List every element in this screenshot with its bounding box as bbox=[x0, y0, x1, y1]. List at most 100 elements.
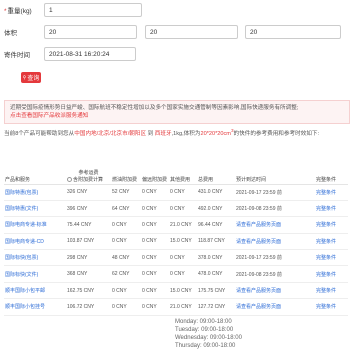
cell-total: 431.0 CNY bbox=[197, 184, 235, 201]
price-table: 产品和服务 参考运费 含附加费计算 燃油附加费 偏远附加费 其他费用 总费用 预… bbox=[4, 160, 348, 316]
table-row: 国际标快(包票) 298 CNY 48 CNY 0 CNY 0 CNY 378.0 CNY… bbox=[4, 249, 348, 267]
cell-ref-fee: 368 CNY bbox=[66, 265, 111, 283]
hours-line: Monday: 09:00-18:00 bbox=[175, 319, 232, 325]
cell-fuel-fee: 0 CNY bbox=[141, 200, 169, 218]
hours-line: Tuesday: 09:00-18:00 bbox=[175, 327, 234, 333]
cell-product[interactable]: 顺丰国际小包挂号 bbox=[4, 298, 66, 316]
table-row: 国际电商专递-CD 103.87 CNY 0 CNY 0 CNY 15.0 CNY 118… bbox=[4, 233, 348, 251]
table-row: 国际电商专递-标准 75.44 CNY 0 CNY 0 CNY 21.0 CNY 96.4… bbox=[4, 216, 348, 234]
table-row: 国际标快(文件) 368 CNY 62 CNY 0 CNY 0 CNY 478.0 CNY… bbox=[4, 265, 348, 283]
cell-surcharge: 64 CNY bbox=[111, 200, 141, 218]
cell-eta: 2021-09-17 23:59 前 bbox=[235, 184, 315, 201]
send-time-label: 寄件时间 bbox=[4, 52, 30, 59]
hours-line: Thursday: 09:00-18:00 bbox=[175, 343, 236, 349]
weight-row: *重量(kg) 1 bbox=[4, 3, 142, 17]
desc-route: 中国内地/北京/北京市/朝阳区 bbox=[74, 130, 147, 137]
desc-prefix: 当前8个产品可能帮助到您从 bbox=[4, 130, 75, 137]
cell-details[interactable]: 完整条件 bbox=[315, 184, 348, 201]
cell-total: 96.44 CNY bbox=[197, 216, 235, 234]
send-time-input[interactable]: 2021-08-31 16:20:24 bbox=[44, 47, 136, 61]
weight-label: *重量(kg) bbox=[4, 5, 44, 15]
cell-fuel-fee: 0 CNY bbox=[141, 184, 169, 201]
col-fuel: 偏远附加费 bbox=[141, 160, 169, 185]
col-total: 总费用 bbox=[197, 160, 235, 185]
cell-eta[interactable]: 请查看产品服务页面 bbox=[235, 298, 315, 316]
cell-ref-fee: 162.75 CNY bbox=[66, 282, 111, 300]
cell-total: 478.0 CNY bbox=[197, 265, 235, 283]
cell-fuel-fee: 0 CNY bbox=[141, 298, 169, 316]
cell-fuel-fee: 0 CNY bbox=[141, 216, 169, 234]
cell-product[interactable]: 国际标快(文件) bbox=[4, 265, 66, 283]
required-mark: * bbox=[4, 8, 7, 15]
height-input[interactable]: 20 bbox=[245, 25, 341, 39]
cell-fuel-fee: 0 CNY bbox=[141, 282, 169, 300]
cell-other-fee: 0 CNY bbox=[169, 249, 197, 267]
cell-details[interactable]: 完整条件 bbox=[315, 298, 348, 316]
cell-total: 118.87 CNY bbox=[197, 233, 235, 251]
cell-details[interactable]: 完整条件 bbox=[315, 265, 348, 283]
desc-destination: 西班牙 bbox=[154, 130, 172, 137]
cell-other-fee: 15.0 CNY bbox=[169, 233, 197, 251]
table-row: 国际特惠(文件) 396 CNY 64 CNY 0 CNY 0 CNY 492.0 CNY… bbox=[4, 200, 348, 218]
cell-eta[interactable]: 请查看产品服务页面 bbox=[235, 216, 315, 234]
cell-total: 378.0 CNY bbox=[197, 249, 235, 267]
search-icon: ⚲ bbox=[22, 74, 27, 81]
cell-surcharge: 62 CNY bbox=[111, 265, 141, 283]
width-input[interactable]: 20 bbox=[145, 25, 238, 39]
cell-eta[interactable]: 请查看产品服务页面 bbox=[235, 282, 315, 300]
desc-dims: 20*20*20cm bbox=[200, 130, 231, 137]
query-button[interactable]: ⚲ 查询 bbox=[21, 72, 41, 83]
cell-details[interactable]: 完整条件 bbox=[315, 233, 348, 251]
col-surcharge: 燃油附加费 bbox=[111, 160, 141, 185]
cell-eta: 2021-09-08 23:59 前 bbox=[235, 200, 315, 218]
col-details: 完整条件 bbox=[315, 160, 348, 185]
cell-eta[interactable]: 请查看产品服务页面 bbox=[235, 233, 315, 251]
service-notice: 近期受国际疫情形势日益严峻、国际航班不稳定性增加以及多个国家实施交通管制等因素影… bbox=[4, 100, 350, 124]
weight-label-text: 重量(kg) bbox=[7, 8, 32, 15]
col-ref-fee-option[interactable]: 含附加费计算 bbox=[67, 176, 110, 183]
cell-surcharge: 0 CNY bbox=[111, 233, 141, 251]
col-ref-fee: 参考运费 含附加费计算 bbox=[66, 160, 111, 185]
weight-input[interactable]: 1 bbox=[44, 3, 142, 17]
table-header-row: 产品和服务 参考运费 含附加费计算 燃油附加费 偏远附加费 其他费用 总费用 预… bbox=[4, 160, 348, 185]
cell-ref-fee: 396 CNY bbox=[66, 200, 111, 218]
desc-middle2: ,1kg,体积为 bbox=[171, 130, 201, 137]
cell-details[interactable]: 完整条件 bbox=[315, 249, 348, 267]
cell-surcharge: 48 CNY bbox=[111, 249, 141, 267]
result-description: 当前8个产品可能帮助到您从中国内地/北京/北京市/朝阳区 到 西班牙,1kg,体… bbox=[4, 127, 348, 138]
cell-details[interactable]: 完整条件 bbox=[315, 200, 348, 218]
cell-total: 175.75 CNY bbox=[197, 282, 235, 300]
col-ref-fee-sub: 含附加费计算 bbox=[73, 176, 104, 183]
length-input[interactable]: 20 bbox=[44, 25, 137, 39]
volume-row: 体积 20 20 20 bbox=[4, 25, 341, 39]
cell-other-fee: 0 CNY bbox=[169, 200, 197, 218]
cell-surcharge: 0 CNY bbox=[111, 216, 141, 234]
cell-product[interactable]: 顺丰国际小包平邮 bbox=[4, 282, 66, 300]
cell-product[interactable]: 国际电商专递-标准 bbox=[4, 216, 66, 234]
cell-other-fee: 15.0 CNY bbox=[169, 282, 197, 300]
cell-eta: 2021-09-17 23:59 前 bbox=[235, 249, 315, 267]
cell-ref-fee: 75.44 CNY bbox=[66, 216, 111, 234]
cell-total: 127.72 CNY bbox=[197, 298, 235, 316]
cell-details[interactable]: 完整条件 bbox=[315, 282, 348, 300]
cell-product[interactable]: 国际标快(包票) bbox=[4, 249, 66, 267]
cell-total: 492.0 CNY bbox=[197, 200, 235, 218]
query-button-label: 查询 bbox=[27, 76, 40, 82]
notice-link[interactable]: 点击查看国际产品收派服务通知 bbox=[10, 113, 88, 119]
cell-surcharge: 0 CNY bbox=[111, 282, 141, 300]
cell-surcharge: 0 CNY bbox=[111, 298, 141, 316]
table-row: 顺丰国际小包平邮 162.75 CNY 0 CNY 0 CNY 15.0 CNY 175.… bbox=[4, 282, 348, 300]
cell-other-fee: 0 CNY bbox=[169, 265, 197, 283]
col-eta: 预计到达时间 bbox=[235, 160, 315, 185]
hours-line: Wednesday: 09:00-18:00 bbox=[175, 335, 242, 341]
cell-product[interactable]: 国际特惠(文件) bbox=[4, 200, 66, 218]
cell-fuel-fee: 0 CNY bbox=[141, 233, 169, 251]
cell-fuel-fee: 0 CNY bbox=[141, 249, 169, 267]
cell-product[interactable]: 国际电商专递-CD bbox=[4, 233, 66, 251]
cell-details[interactable]: 完整条件 bbox=[315, 216, 348, 234]
volume-label: 体积 bbox=[4, 30, 17, 37]
cell-product[interactable]: 国际特惠(包票) bbox=[4, 184, 66, 201]
radio-icon[interactable] bbox=[67, 176, 72, 182]
desc-suffix: 的快件的参考费用和参考时效如下: bbox=[233, 130, 320, 137]
col-ref-fee-label: 参考运费 bbox=[78, 169, 99, 176]
